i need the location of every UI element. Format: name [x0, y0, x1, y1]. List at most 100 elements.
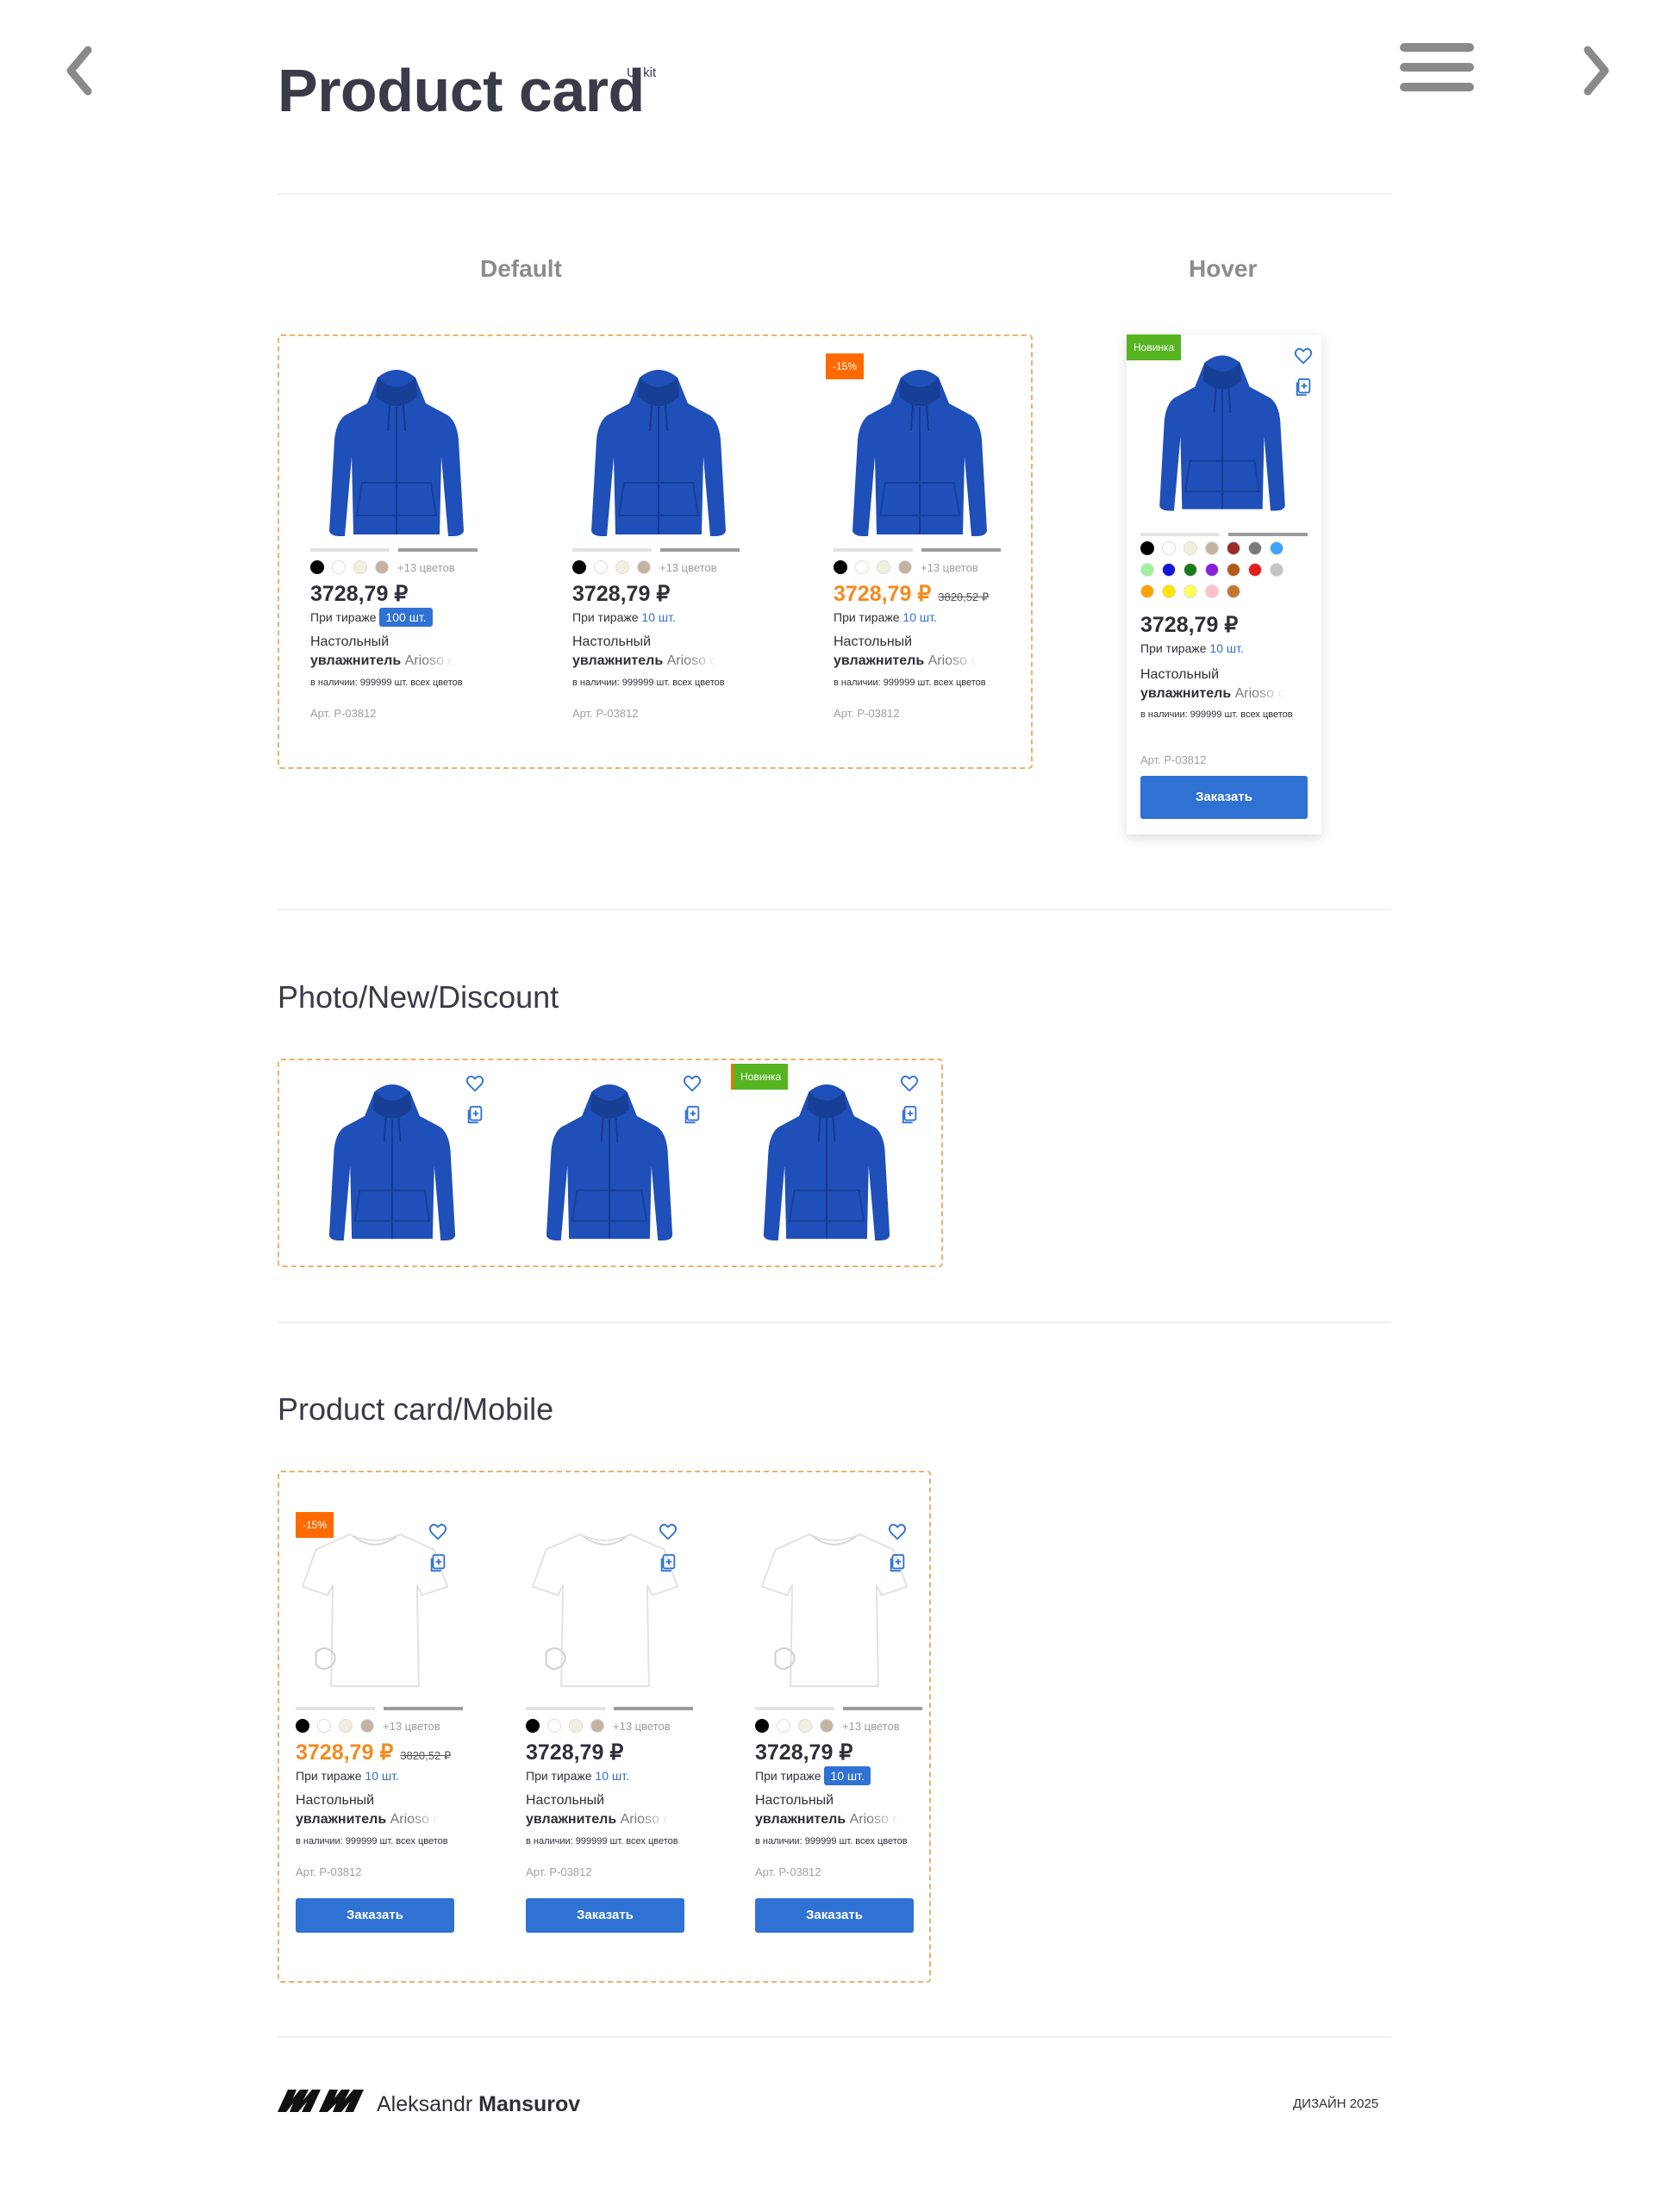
compare-icon[interactable] — [900, 1105, 919, 1124]
article-number: Арт. P-03812 — [1140, 753, 1207, 766]
arrow-right-icon[interactable] — [1574, 45, 1617, 97]
circulation-qty[interactable]: 10 шт. — [365, 1769, 398, 1783]
color-swatch[interactable] — [1162, 584, 1176, 598]
color-swatch[interactable] — [572, 560, 586, 574]
color-swatch[interactable] — [877, 560, 890, 574]
more-colors-label[interactable]: +13 цветов — [383, 1720, 440, 1733]
photo-slider-indicator[interactable] — [1140, 533, 1308, 536]
product-card-hover[interactable]: Новинка 3728,79 ₽ При тираже 10 шт. Настол… — [1127, 334, 1321, 834]
more-colors-label[interactable]: +13 цветов — [397, 561, 455, 574]
color-swatch[interactable] — [1248, 563, 1262, 577]
circulation-qty[interactable]: 10 шт. — [902, 610, 936, 624]
color-swatch[interactable] — [1162, 563, 1176, 577]
color-swatch[interactable] — [547, 1719, 561, 1733]
menu-icon[interactable] — [1400, 43, 1474, 95]
color-swatch[interactable] — [569, 1719, 583, 1733]
color-swatch[interactable] — [339, 1719, 353, 1733]
color-swatch[interactable] — [777, 1719, 790, 1733]
arrow-left-icon[interactable] — [59, 45, 102, 97]
circulation-qty[interactable]: 10 шт. — [1209, 641, 1243, 655]
product-price: 3728,79 ₽3820,52 ₽ — [834, 582, 990, 606]
tshirt-image — [301, 1533, 449, 1687]
compare-icon[interactable] — [428, 1553, 447, 1572]
compare-icon[interactable] — [465, 1105, 484, 1124]
circulation-qty[interactable]: 10 шт. — [595, 1769, 628, 1783]
product-name[interactable]: Настольный увлажнитель Arioso с — [572, 633, 750, 671]
compare-icon[interactable] — [1294, 378, 1313, 397]
color-swatch[interactable] — [1227, 584, 1240, 598]
color-swatch[interactable] — [360, 1719, 374, 1733]
color-swatch[interactable] — [317, 1719, 331, 1733]
color-swatch[interactable] — [332, 560, 346, 574]
color-swatch[interactable] — [755, 1719, 769, 1733]
hoodie-image — [763, 1084, 890, 1240]
photo-slider-indicator[interactable] — [310, 548, 478, 552]
order-button[interactable]: Заказать — [1140, 776, 1308, 819]
color-swatch[interactable] — [1183, 541, 1197, 555]
stock-info: в наличии: 999999 шт. всех цветов — [1140, 709, 1293, 720]
more-colors-label[interactable]: +13 цветов — [842, 1720, 900, 1733]
color-swatch[interactable] — [1227, 563, 1240, 577]
color-swatch[interactable] — [594, 560, 608, 574]
heart-icon[interactable] — [659, 1522, 678, 1541]
color-swatch[interactable] — [526, 1719, 540, 1733]
color-swatch[interactable] — [1162, 541, 1176, 555]
product-name[interactable]: Настольный увлажнитель Arioso с — [1140, 665, 1318, 703]
heart-icon[interactable] — [1294, 347, 1313, 366]
hoodie-image — [591, 370, 726, 536]
color-swatch[interactable] — [1205, 584, 1219, 598]
product-name[interactable]: Настольный увлажнитель Arioso с — [296, 1791, 473, 1829]
photo-slider-indicator[interactable] — [834, 548, 1001, 552]
page-title-sup: UI kit — [627, 66, 657, 80]
color-swatch[interactable] — [1270, 563, 1283, 577]
color-swatch[interactable] — [834, 560, 847, 574]
color-swatch[interactable] — [798, 1719, 812, 1733]
product-name[interactable]: Настольный увлажнитель Arioso с — [310, 633, 488, 671]
more-colors-label[interactable]: +13 цветов — [613, 1720, 671, 1733]
color-swatch[interactable] — [1205, 541, 1219, 555]
color-swatch[interactable] — [820, 1719, 834, 1733]
color-swatch[interactable] — [1248, 541, 1262, 555]
photo-slider-indicator[interactable] — [572, 548, 740, 552]
order-button[interactable]: Заказать — [755, 1898, 914, 1933]
color-swatch[interactable] — [898, 560, 912, 574]
more-colors-label[interactable]: +13 цветов — [921, 561, 978, 574]
color-swatch[interactable] — [1140, 541, 1154, 555]
color-swatch[interactable] — [353, 560, 367, 574]
color-swatch[interactable] — [1140, 584, 1154, 598]
color-swatch[interactable] — [1140, 563, 1154, 577]
circulation-qty[interactable]: 10 шт. — [641, 610, 675, 624]
color-swatch[interactable] — [296, 1719, 309, 1733]
photo-slider-indicator[interactable] — [755, 1707, 922, 1710]
photo-slider-indicator[interactable] — [296, 1707, 463, 1710]
compare-icon[interactable] — [683, 1105, 702, 1124]
color-swatch[interactable] — [615, 560, 629, 574]
color-swatch[interactable] — [637, 560, 651, 574]
heart-icon[interactable] — [683, 1074, 702, 1093]
heart-icon[interactable] — [428, 1522, 447, 1541]
order-button[interactable]: Заказать — [296, 1898, 454, 1933]
heart-icon[interactable] — [465, 1074, 484, 1093]
color-swatch[interactable] — [855, 560, 869, 574]
color-swatch[interactable] — [375, 560, 389, 574]
more-colors-label[interactable]: +13 цветов — [659, 561, 717, 574]
photo-slider-indicator[interactable] — [526, 1707, 693, 1710]
circulation-qty[interactable]: 10 шт. — [824, 1766, 871, 1785]
color-swatch[interactable] — [1205, 563, 1219, 577]
heart-icon[interactable] — [900, 1074, 919, 1093]
color-swatch[interactable] — [1227, 541, 1240, 555]
color-swatch[interactable] — [1183, 584, 1197, 598]
circulation-qty[interactable]: 100 шт. — [379, 608, 433, 627]
heart-icon[interactable] — [888, 1522, 907, 1541]
color-swatch[interactable] — [1270, 541, 1283, 555]
color-swatch[interactable] — [1183, 563, 1197, 577]
compare-icon[interactable] — [659, 1553, 678, 1572]
compare-icon[interactable] — [888, 1553, 907, 1572]
hoodie-image — [329, 370, 464, 536]
product-name[interactable]: Настольный увлажнитель Arioso с — [755, 1791, 933, 1829]
product-name[interactable]: Настольный увлажнитель Arioso с — [526, 1791, 703, 1829]
product-name[interactable]: Настольный увлажнитель Arioso с — [834, 633, 1011, 671]
color-swatch[interactable] — [590, 1719, 604, 1733]
color-swatch[interactable] — [310, 560, 324, 574]
order-button[interactable]: Заказать — [526, 1898, 684, 1933]
